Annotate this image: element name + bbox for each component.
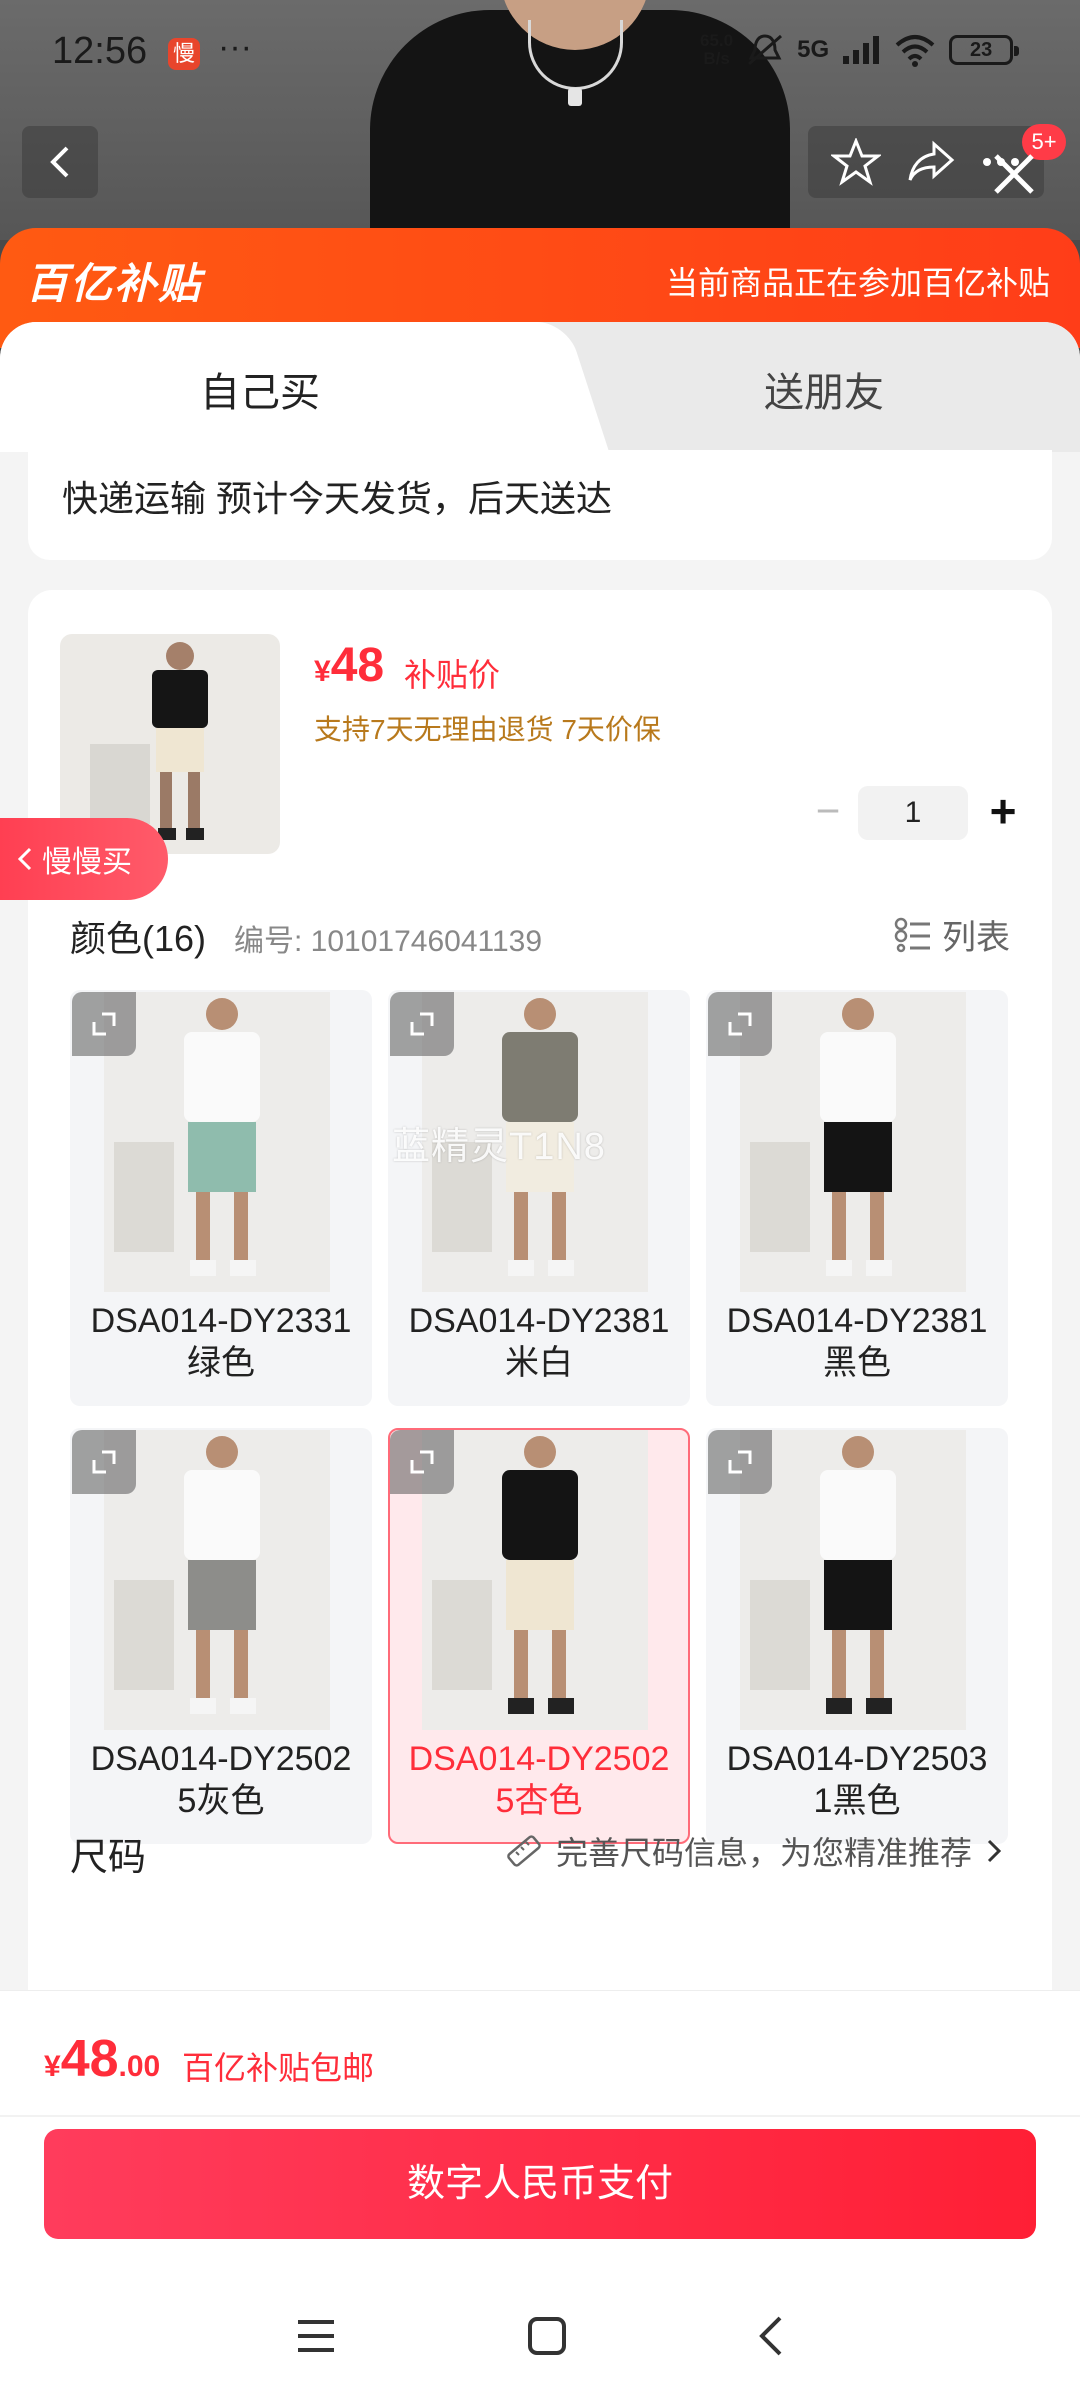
system-icons: 65.0 B/s 5G 23 [700,31,1020,68]
expand-icon[interactable] [708,992,772,1056]
color-option-image [422,1430,648,1730]
chevron-left-icon [17,847,32,871]
product-price: ¥48 [314,639,385,692]
price-tag-label: 补贴价 [404,657,501,693]
home-icon[interactable] [526,2315,568,2357]
star-icon[interactable] [830,138,881,186]
system-navigation-bar [0,2281,1080,2391]
expand-icon[interactable] [390,992,454,1056]
divider [0,2115,1080,2117]
network-type: 5G [797,36,830,63]
close-icon[interactable] [986,146,1042,202]
more-notifications-icon: ··· [218,28,252,66]
battery-icon: 23 [949,35,1020,65]
service-guarantee: 支持7天无理由退货 7天价保 [314,714,661,745]
color-section-title: 颜色(16) [70,918,207,959]
purchase-tabs: 自己买 送朋友 [0,322,1080,452]
menu-icon[interactable] [294,2316,338,2356]
increase-quantity-button[interactable]: + [968,788,1038,838]
share-icon[interactable] [906,140,956,184]
color-option-label: DSA014-DY2502 5杏色 [408,1740,670,1820]
slow-buy-label: 慢慢买 [42,846,132,879]
expand-icon[interactable] [72,1430,136,1494]
chevron-left-icon [50,146,69,178]
net-speed: 65.0 B/s [700,31,734,68]
shipping-card: 快递运输 预计今天发货，后天送达 [28,450,1052,560]
quantity-input[interactable]: 1 [858,786,968,840]
wifi-icon [895,35,935,67]
color-option[interactable]: DSA014-DY2502 5灰色 [70,1428,372,1844]
size-section-title: 尺码 [70,1837,147,1879]
free-shipping-note: 百亿补贴包邮 [182,2050,375,2086]
watermark-text: 蓝精灵T1N8 [392,1126,606,1168]
quantity-stepper: − 1 + [798,786,1038,840]
color-option-selected[interactable]: DSA014-DY2502 5杏色 [388,1428,690,1844]
color-option-label: DSA014-DY2381 米白 [408,1302,670,1382]
color-option[interactable]: DSA014-DY2381 米白 [388,990,690,1406]
color-option-image [104,1430,330,1730]
color-option[interactable]: DSA014-DY2331 绿色 [70,990,372,1406]
shipping-estimate: 快递运输 预计今天发货，后天送达 [62,478,613,519]
list-view-label: 列表 [942,919,1010,957]
status-time: 12:56 [52,30,148,72]
sku-card: ¥48 补贴价 支持7天无理由退货 7天价保 − 1 + 颜色(16) 编号: … [28,590,1052,2060]
color-option[interactable]: DSA014-DY2503 1黑色 [706,1428,1008,1844]
expand-icon[interactable] [72,992,136,1056]
color-option-label: DSA014-DY2502 5灰色 [90,1740,352,1820]
tab-self-label[interactable]: 自己买 [200,360,320,418]
total-price: ¥48.00 [44,2030,161,2088]
color-option-image [740,992,966,1292]
tab-gift-label[interactable]: 送朋友 [764,360,884,418]
ruler-icon [507,1835,541,1867]
signal-icon [843,36,880,64]
slow-buy-floating-button[interactable]: 慢慢买 [0,818,168,900]
color-option-label: DSA014-DY2381 黑色 [726,1302,988,1382]
subsidy-banner-text: 当前商品正在参加百亿补贴 [665,265,1050,301]
color-option[interactable]: DSA014-DY2381 黑色 [706,990,1008,1406]
subsidy-logo: 百亿补贴 [26,260,203,307]
color-option-image [740,1430,966,1730]
status-bar: 12:56 慢 ··· 65.0 B/s 5G 23 [0,0,1080,110]
list-icon [894,917,930,952]
digital-rmb-pay-button[interactable]: 数字人民币支付 [44,2129,1036,2239]
size-recommend-text: 完善尺码信息，为您精准推荐 [555,1835,972,1871]
expand-icon[interactable] [708,1430,772,1494]
color-option-label: DSA014-DY2503 1黑色 [726,1740,988,1820]
checkout-bar: ¥48.00 百亿补贴包邮 数字人民币支付 [0,1990,1080,2400]
mute-icon [748,34,783,66]
app-notification-icon: 慢 [168,38,200,70]
expand-icon[interactable] [390,1430,454,1494]
decrease-quantity-button[interactable]: − [798,788,858,838]
color-option-image [104,992,330,1292]
chevron-right-icon [987,1839,1002,1863]
back-icon[interactable] [756,2314,786,2358]
back-button[interactable] [22,126,98,198]
color-option-label: DSA014-DY2331 绿色 [90,1302,352,1382]
size-recommend-link[interactable]: 完善尺码信息，为您精准推荐 [502,1828,1004,1874]
product-code: 编号: 10101746041139 [234,925,543,958]
list-view-button[interactable]: 列表 [894,910,1010,959]
